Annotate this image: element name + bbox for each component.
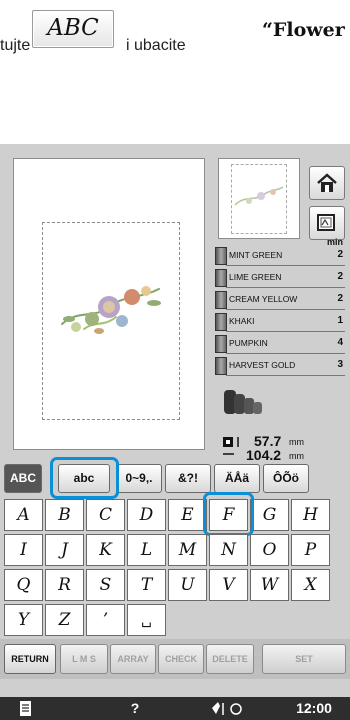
thread-row: LIME GREEN 2 (210, 266, 345, 288)
action-bar: RETURN L M S ARRAY CHECK DELETE SET (0, 639, 350, 679)
thread-name: MINT GREEN (229, 250, 283, 260)
key-D[interactable]: D (127, 499, 166, 531)
thread-row: HARVEST GOLD 3 (210, 354, 345, 376)
key-B[interactable]: B (45, 499, 84, 531)
key-N[interactable]: N (209, 534, 248, 566)
key-space[interactable]: ␣ (127, 604, 166, 636)
embroidery-frame-button[interactable] (309, 206, 345, 240)
tab-numbers[interactable]: 0~9,. (116, 464, 162, 493)
thread-minutes: 3 (337, 359, 343, 370)
delete-button[interactable]: DELETE (206, 644, 254, 674)
size-icon (223, 437, 239, 455)
tab-uppercase[interactable]: ABC (4, 464, 42, 493)
lms-button[interactable]: L M S (60, 644, 108, 674)
key-X[interactable]: X (291, 569, 330, 601)
check-button[interactable]: CHECK (158, 644, 204, 674)
key-R[interactable]: R (45, 569, 84, 601)
thumbnail-pattern-image (234, 186, 284, 206)
key-M[interactable]: M (168, 534, 207, 566)
tab-accented-2[interactable]: ÔÕö (263, 464, 309, 493)
key-C[interactable]: C (86, 499, 125, 531)
document-icon (20, 701, 31, 716)
thread-name: PUMPKIN (229, 338, 268, 348)
highlight-tab-lowercase (50, 457, 119, 499)
key-G[interactable]: G (250, 499, 289, 531)
key-V[interactable]: V (209, 569, 248, 601)
key-L[interactable]: L (127, 534, 166, 566)
thread-spool-icon (215, 335, 227, 353)
key-P[interactable]: P (291, 534, 330, 566)
floral-pattern-image (61, 286, 161, 334)
embroidery-frame-icon (317, 214, 335, 231)
thread-minutes: 2 (337, 293, 343, 304)
thread-name: HARVEST GOLD (229, 360, 296, 370)
key-K[interactable]: K (86, 534, 125, 566)
key-I[interactable]: I (4, 534, 43, 566)
needle-thread-icon (212, 702, 242, 715)
abc-font-label: ABC (47, 15, 99, 41)
home-icon (317, 173, 337, 192)
thread-spools-icon (224, 390, 262, 414)
size-unit: mm (289, 437, 304, 447)
key-apostrophe[interactable]: ’ (86, 604, 125, 636)
return-button[interactable]: RETURN (4, 644, 56, 674)
key-A[interactable]: A (4, 499, 43, 531)
help-button[interactable]: ? (120, 697, 150, 720)
embroidery-preview (13, 158, 205, 450)
instruction-prefix: tujte (0, 37, 31, 54)
array-button[interactable]: ARRAY (110, 644, 156, 674)
thread-minutes: 2 (337, 249, 343, 260)
instruction-middle: i ubacite (126, 37, 186, 54)
thread-spool-icon (215, 291, 227, 309)
abc-font-button-sample: ABC (32, 10, 114, 48)
highlight-key-F (203, 492, 254, 536)
home-button[interactable] (309, 166, 345, 200)
instruction-pattern-name: “Flower (262, 19, 345, 41)
thread-minutes: 2 (337, 271, 343, 282)
key-U[interactable]: U (168, 569, 207, 601)
thread-spool-icon (215, 247, 227, 265)
machine-screen: min MINT GREEN 2 LIME GREEN 2 CREAM YELLOW… (0, 144, 350, 720)
thread-name: CREAM YELLOW (229, 294, 298, 304)
thread-name: LIME GREEN (229, 272, 282, 282)
status-bar: ? 12:00 (0, 697, 350, 720)
set-button[interactable]: SET (262, 644, 346, 674)
document-button[interactable] (8, 697, 44, 720)
thread-name: KHAKI (229, 316, 255, 326)
thread-spool-icon (215, 357, 227, 375)
thread-minutes: 4 (337, 337, 343, 348)
key-S[interactable]: S (86, 569, 125, 601)
instruction-line: tujte ABC i ubacite “Flower (0, 0, 350, 70)
tab-symbols[interactable]: &?! (165, 464, 211, 493)
key-T[interactable]: T (127, 569, 166, 601)
clock: 12:00 (296, 700, 332, 716)
pattern-thumbnail (218, 158, 300, 239)
key-E[interactable]: E (168, 499, 207, 531)
thread-spool-icon (215, 269, 227, 287)
key-W[interactable]: W (250, 569, 289, 601)
key-Q[interactable]: Q (4, 569, 43, 601)
thread-row: KHAKI 1 (210, 310, 345, 332)
key-J[interactable]: J (45, 534, 84, 566)
needle-status (208, 697, 248, 720)
thread-row: MINT GREEN 2 (210, 244, 345, 266)
thread-row: CREAM YELLOW 2 (210, 288, 345, 310)
thread-row: PUMPKIN 4 (210, 332, 345, 354)
thread-minutes: 1 (337, 315, 343, 326)
key-H[interactable]: H (291, 499, 330, 531)
key-O[interactable]: O (250, 534, 289, 566)
tab-accented-1[interactable]: ÄÅä (214, 464, 260, 493)
thread-spool-icon (215, 313, 227, 331)
key-Y[interactable]: Y (4, 604, 43, 636)
thread-color-list: min MINT GREEN 2 LIME GREEN 2 CREAM YELLOW… (210, 237, 345, 376)
key-Z[interactable]: Z (45, 604, 84, 636)
